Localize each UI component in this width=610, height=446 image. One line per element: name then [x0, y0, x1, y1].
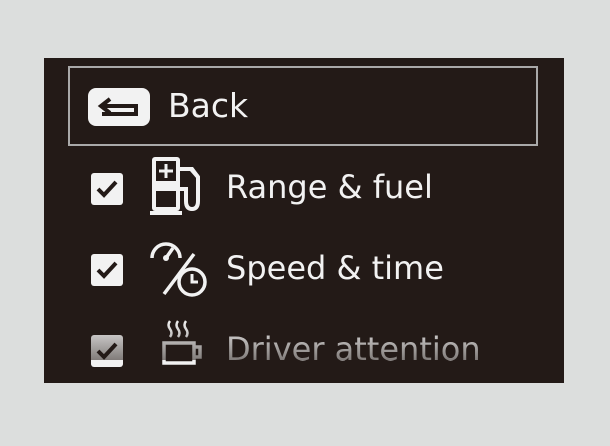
back-arrow-icon: [88, 88, 150, 126]
fuel-pump-icon: [150, 157, 200, 215]
menu-item-speed-time[interactable]: Speed & time: [44, 234, 564, 304]
menu-screen: Back Range & fuel Speed & time Driver at…: [44, 58, 564, 383]
menu-item-label: Driver attention: [226, 330, 481, 368]
coffee-cup-icon: [162, 320, 202, 365]
checkbox-speed-time[interactable]: [91, 254, 123, 286]
menu-item-label: Range & fuel: [226, 168, 433, 206]
speed-time-icon: [150, 242, 207, 297]
menu-item-driver-attention[interactable]: Driver attention: [44, 315, 564, 383]
back-button[interactable]: Back: [68, 66, 538, 146]
menu-item-range-fuel[interactable]: Range & fuel: [44, 153, 564, 223]
checkmark-icon: [96, 180, 118, 198]
checkbox-driver-attention[interactable]: [91, 335, 123, 367]
back-label: Back: [168, 86, 249, 125]
menu-item-label: Speed & time: [226, 249, 444, 287]
checkmark-icon: [96, 261, 118, 279]
checkmark-icon: [96, 342, 118, 360]
checkbox-range-fuel[interactable]: [91, 173, 123, 205]
